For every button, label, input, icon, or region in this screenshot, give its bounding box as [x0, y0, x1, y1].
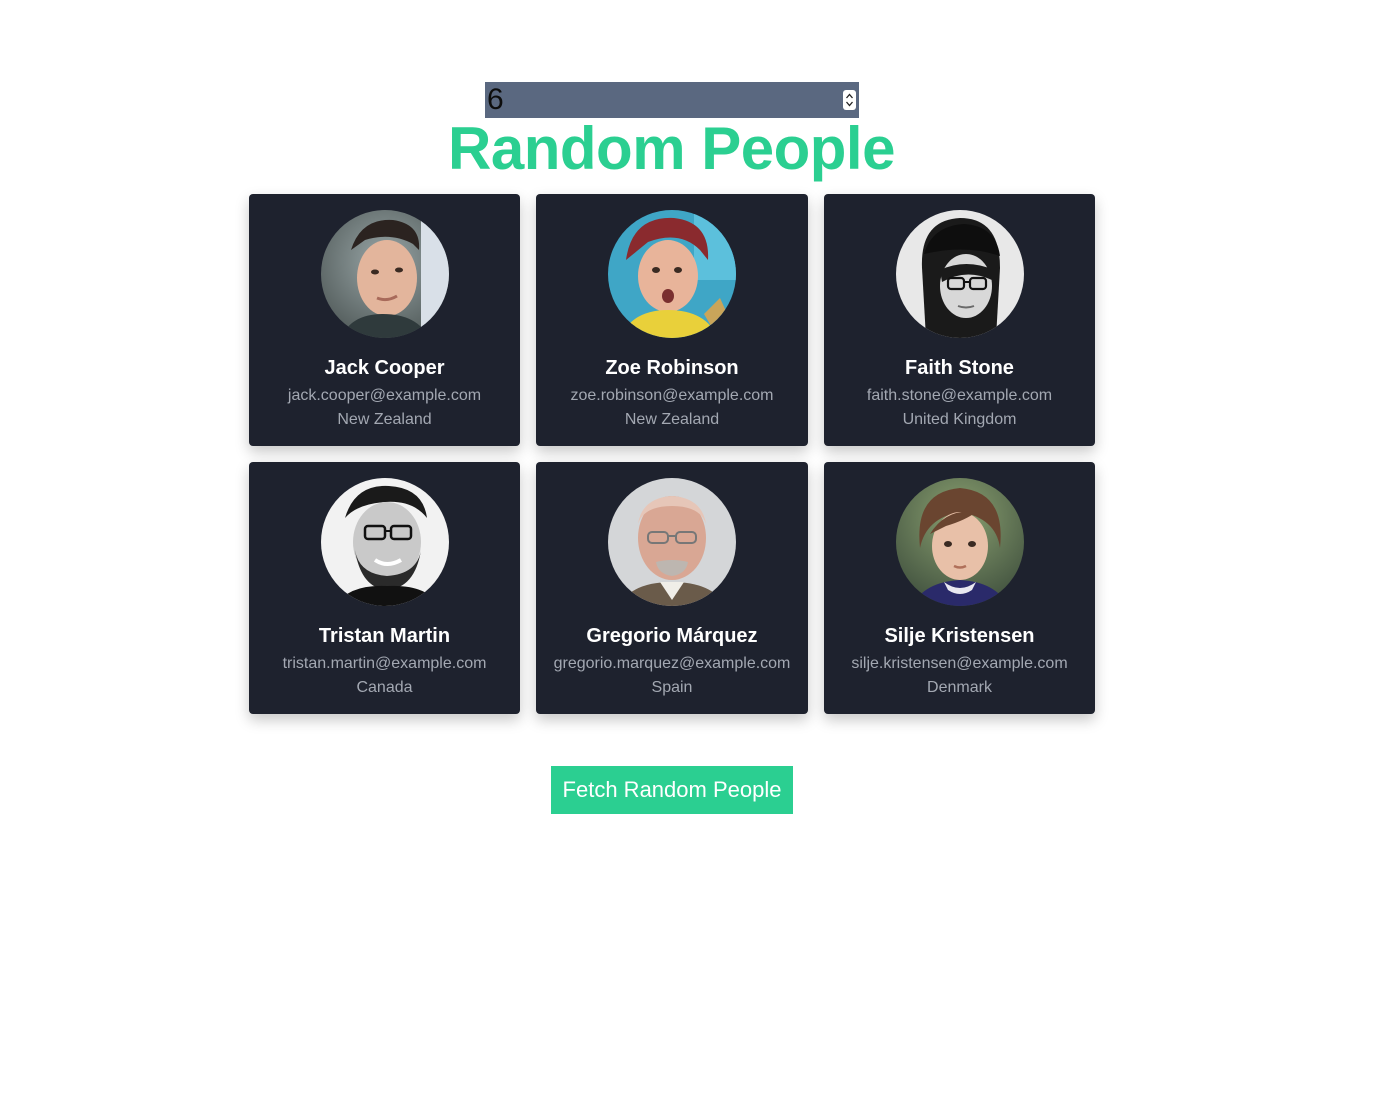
fetch-random-people-button[interactable]: Fetch Random People — [551, 766, 793, 814]
page-title: Random People — [448, 115, 895, 182]
person-name: Tristan Martin — [318, 625, 451, 647]
avatar — [895, 210, 1024, 338]
person-email: silje.kristensen@example.com — [851, 655, 1068, 672]
person-email: faith.stone@example.com — [866, 387, 1053, 404]
person-country: New Zealand — [337, 411, 432, 428]
count-input[interactable] — [485, 82, 825, 118]
person-email: jack.cooper@example.com — [287, 387, 482, 404]
person-country: Spain — [651, 679, 693, 696]
person-card: Faith Stone faith.stone@example.com Unit… — [824, 194, 1095, 446]
stepper-arrows-icon — [846, 93, 853, 107]
person-email: tristan.martin@example.com — [282, 655, 487, 672]
person-email: gregorio.marquez@example.com — [553, 655, 791, 672]
person-card: Tristan Martin tristan.martin@example.co… — [249, 462, 520, 714]
person-name: Jack Cooper — [324, 357, 445, 379]
person-email: zoe.robinson@example.com — [570, 387, 774, 404]
person-card: Zoe Robinson zoe.robinson@example.com Ne… — [536, 194, 808, 446]
person-card: Silje Kristensen silje.kristensen@exampl… — [824, 462, 1095, 714]
avatar — [320, 210, 449, 338]
person-country: Canada — [356, 679, 413, 696]
avatar — [608, 210, 736, 338]
number-stepper[interactable] — [843, 90, 856, 110]
person-card: Jack Cooper jack.cooper@example.com New … — [249, 194, 520, 446]
person-country: Denmark — [927, 679, 992, 696]
person-name: Silje Kristensen — [884, 625, 1035, 647]
people-grid: Jack Cooper jack.cooper@example.com New … — [249, 194, 1095, 714]
avatar — [320, 478, 449, 606]
avatar — [608, 478, 736, 606]
person-country: United Kingdom — [902, 411, 1017, 428]
person-name: Faith Stone — [905, 357, 1014, 379]
person-card: Gregorio Márquez gregorio.marquez@exampl… — [536, 462, 808, 714]
person-country: New Zealand — [624, 411, 720, 428]
avatar — [895, 478, 1024, 606]
count-input-container — [485, 82, 859, 118]
person-name: Gregorio Márquez — [586, 625, 758, 647]
page: Random People Jack Cooper jack.cooper@ex… — [0, 0, 1373, 1103]
person-name: Zoe Robinson — [605, 357, 739, 379]
